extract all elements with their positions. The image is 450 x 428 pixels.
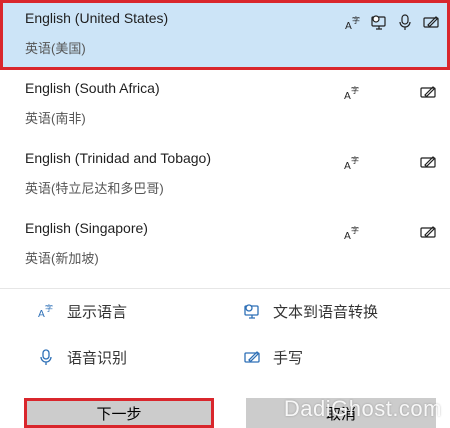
language-name: English (United States) <box>25 10 169 26</box>
speech-to-text-monitor-icon <box>370 13 388 31</box>
svg-text:字: 字 <box>351 155 359 165</box>
display-language-icon: A字 <box>37 302 55 320</box>
legend-label: 语音识别 <box>67 349 128 367</box>
svg-text:A: A <box>345 21 352 32</box>
divider <box>0 288 450 289</box>
handwriting-icon <box>419 223 437 241</box>
display-language-icon: A字 <box>343 154 361 172</box>
language-list: English (United States) 英语(美国) A字 Englis… <box>0 0 450 290</box>
language-native-name: 英语(新加坡) <box>25 251 99 266</box>
language-item-en-sg[interactable]: English (Singapore) 英语(新加坡) A字 <box>0 212 450 282</box>
svg-text:A: A <box>344 161 351 172</box>
legend-speech-recognition: 语音识别 <box>37 345 127 369</box>
display-language-icon: A字 <box>343 84 361 102</box>
language-name: English (South Africa) <box>25 80 160 96</box>
svg-text:A: A <box>344 91 351 102</box>
handwriting-icon <box>419 83 437 101</box>
language-native-name: 英语(特立尼达和多巴哥) <box>25 181 164 196</box>
legend-display-language: A字 显示语言 <box>37 299 127 323</box>
language-item-en-za[interactable]: English (South Africa) 英语(南非) A字 <box>0 72 450 142</box>
legend-label: 文本到语音转换 <box>273 303 379 321</box>
handwriting-icon <box>422 13 440 31</box>
display-language-icon: A字 <box>343 224 361 242</box>
language-name: English (Trinidad and Tobago) <box>25 150 212 166</box>
language-item-en-tt[interactable]: English (Trinidad and Tobago) 英语(特立尼达和多巴… <box>0 142 450 212</box>
language-native-name: 英语(南非) <box>25 111 86 126</box>
next-button[interactable]: 下一步 <box>24 398 214 428</box>
handwriting-icon <box>243 348 261 366</box>
language-native-name: 英语(美国) <box>25 41 86 56</box>
display-language-icon: A字 <box>344 14 362 32</box>
svg-text:A: A <box>38 309 45 320</box>
svg-text:字: 字 <box>352 15 360 25</box>
language-item-en-us[interactable]: English (United States) 英语(美国) A字 <box>0 0 450 70</box>
svg-text:字: 字 <box>351 225 359 235</box>
legend-handwriting: 手写 <box>243 345 303 369</box>
handwriting-icon <box>419 153 437 171</box>
microphone-icon <box>37 348 55 366</box>
watermark: DadiGhost.com <box>283 396 442 421</box>
svg-text:字: 字 <box>45 303 53 313</box>
svg-text:字: 字 <box>351 85 359 95</box>
text-to-speech-icon <box>243 302 261 320</box>
language-name: English (Singapore) <box>25 220 148 236</box>
microphone-icon <box>396 13 414 31</box>
legend-label: 手写 <box>273 349 304 367</box>
svg-text:A: A <box>344 231 351 242</box>
legend-label: 显示语言 <box>67 303 128 321</box>
legend-text-to-speech: 文本到语音转换 <box>243 299 378 323</box>
